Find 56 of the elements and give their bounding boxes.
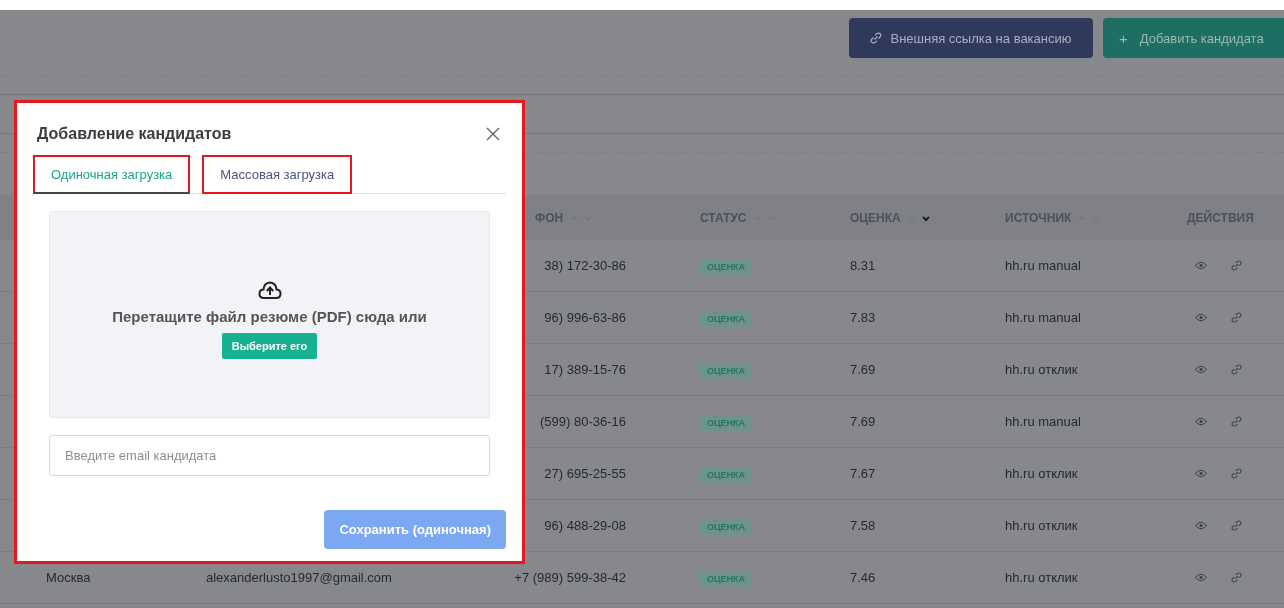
link-icon (870, 32, 883, 44)
close-icon[interactable] (486, 127, 500, 141)
link-icon[interactable] (1231, 364, 1242, 375)
dropzone-text: Перетащите файл резюме (PDF) сюда или (112, 308, 427, 325)
table-cell: 38) 172-30-86 (544, 258, 626, 273)
table-cell: 27) 695-25-55 (544, 466, 626, 481)
status-badge: ОЦЕНКА (700, 311, 753, 327)
view-icon[interactable] (1195, 469, 1207, 478)
table-cell: 7.69 (850, 414, 876, 429)
view-icon[interactable] (1195, 313, 1207, 322)
table-cell: hh.ru отклик (1005, 570, 1078, 585)
table-cell: hh.ru отклик (1005, 466, 1078, 481)
status-badge: ОЦЕНКА (700, 519, 753, 535)
table-cell: hh.ru отклик (1005, 362, 1078, 377)
status-badge: ОЦЕНКА (700, 571, 753, 587)
choose-file-button[interactable]: Выберите его (221, 333, 318, 359)
link-icon[interactable] (1231, 312, 1242, 323)
status-badge: ОЦЕНКА (700, 415, 753, 431)
table-cell: +7 (989) 599-38-42 (514, 570, 626, 585)
file-dropzone[interactable]: Перетащите файл резюме (PDF) сюда или Выберите его (49, 211, 490, 418)
table-cell: 96) 488-29-08 (544, 518, 626, 533)
table-cell: 7.58 (850, 518, 876, 533)
link-icon[interactable] (1231, 260, 1242, 271)
table-cell: alexanderlusto1997@gmail.com (206, 570, 392, 585)
view-icon[interactable] (1195, 521, 1207, 530)
table-cell: hh.ru manual (1005, 258, 1081, 273)
link-icon[interactable] (1231, 520, 1242, 531)
cloud-upload-icon (257, 280, 282, 300)
upload-tab[interactable]: Одиночная загрузка (33, 155, 191, 194)
status-badge: ОЦЕНКА (700, 363, 753, 379)
table-cell: (599) 80-36-16 (540, 414, 626, 429)
email-field[interactable]: Введите email кандидата (49, 435, 490, 476)
table-cell: 7.83 (850, 310, 876, 325)
table-cell: 96) 996-63-86 (544, 310, 626, 325)
status-badge: ОЦЕНКА (700, 467, 753, 483)
link-icon[interactable] (1231, 468, 1242, 479)
view-icon[interactable] (1195, 417, 1207, 426)
view-icon[interactable] (1195, 365, 1207, 374)
view-icon[interactable] (1195, 573, 1207, 582)
table-cell: hh.ru отклик (1005, 518, 1078, 533)
status-badge: ОЦЕНКА (700, 259, 753, 275)
table-cell: Москва (46, 570, 91, 585)
link-icon[interactable] (1231, 416, 1242, 427)
table-cell: 7.67 (850, 466, 876, 481)
table-cell: 17) 389-15-76 (544, 362, 626, 377)
link-icon[interactable] (1231, 572, 1242, 583)
table-cell: 7.46 (850, 570, 876, 585)
table-cell: 8.31 (850, 258, 876, 273)
dialog-title: Добавление кандидатов (37, 125, 232, 143)
view-icon[interactable] (1195, 261, 1207, 270)
external-link-button[interactable]: Внешняя ссылка на вакансию (849, 18, 1093, 58)
table-cell: hh.ru manual (1005, 414, 1081, 429)
table-cell: 7.69 (850, 362, 876, 377)
table-cell: hh.ru manual (1005, 310, 1081, 325)
add-candidate-button[interactable]: + Добавить кандидата (1103, 18, 1284, 58)
upload-tab[interactable]: Массовая загрузка (202, 155, 353, 194)
